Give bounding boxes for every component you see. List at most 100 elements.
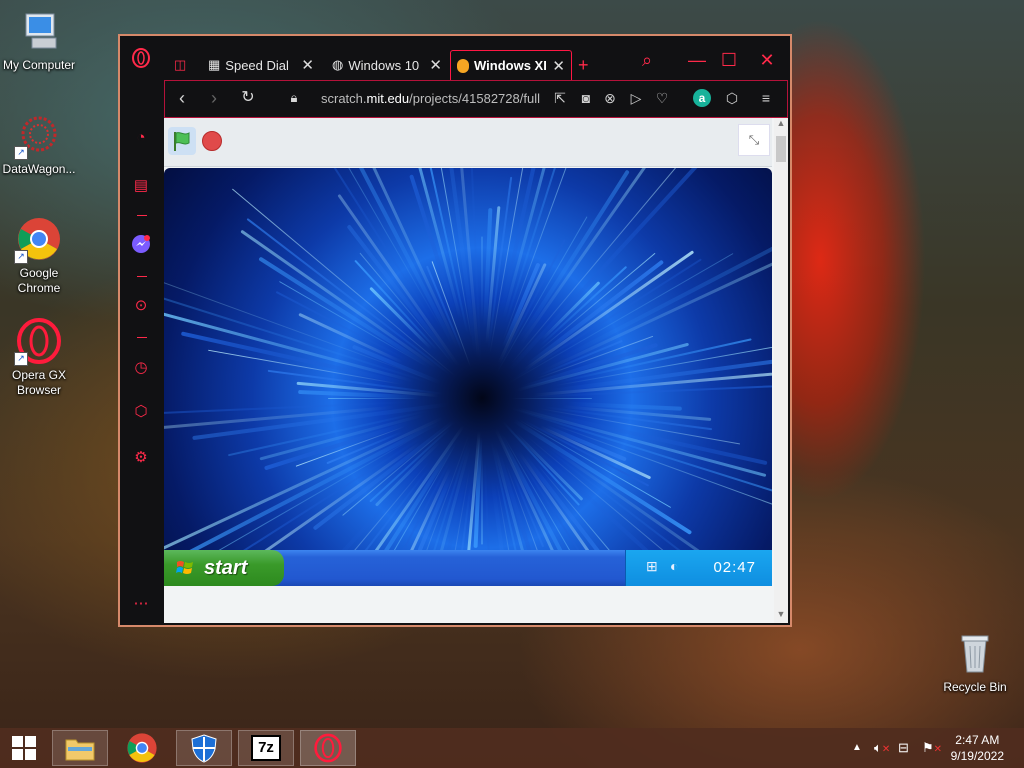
shield-icon	[191, 734, 217, 763]
minimize-button[interactable]: —	[684, 48, 710, 72]
light-ray	[481, 452, 483, 545]
player-icon[interactable]: ⊙	[131, 296, 151, 316]
twitch-icon[interactable]: ▤	[131, 176, 151, 196]
show-hidden-icons-arrow[interactable]: ▲	[852, 742, 862, 753]
taskbar-chrome[interactable]	[114, 730, 170, 766]
sidebar: ◔ ▤ ⊙ ◷ ⬡ ⚙ ⋯	[120, 36, 164, 625]
url-domain: mit.edu	[366, 91, 410, 106]
maximize-button[interactable]: ☐	[716, 48, 742, 72]
network-icon[interactable]: ⊟	[898, 740, 909, 756]
scratch-favicon-icon	[457, 58, 469, 73]
tab-label: Windows XP	[474, 58, 546, 73]
action-center-flag-icon[interactable]: ⚑✕	[922, 740, 942, 756]
tab-gx-corner[interactable]: ◫	[174, 52, 194, 78]
sidebar-divider	[137, 276, 147, 277]
scratch-toolbar: ⤡	[164, 118, 772, 167]
tab-windows-10[interactable]: ◍ Windows 10 ✕	[332, 52, 448, 78]
vertical-scrollbar[interactable]: ▲ ▼	[774, 118, 788, 623]
send-icon[interactable]: ▷	[627, 89, 645, 107]
share-icon[interactable]: ⇱	[551, 89, 569, 107]
gamepad-icon: ◫	[174, 57, 187, 72]
url-field[interactable]: scratch.mit.edu/projects/41582728/full	[321, 91, 541, 106]
ad-block-icon[interactable]: ⊗	[601, 89, 619, 107]
back-button[interactable]: ‹	[171, 87, 193, 109]
computer-icon	[16, 8, 62, 54]
taskbar-7zip[interactable]: 7z	[238, 730, 294, 766]
collapse-icon: ⤡	[748, 132, 760, 147]
chrome-icon	[127, 733, 157, 763]
folder-icon	[65, 739, 95, 761]
shortcut-arrow-icon: ↗	[14, 250, 28, 264]
forward-button[interactable]: ›	[203, 87, 225, 109]
windows-xp-logo-icon	[176, 561, 193, 574]
green-flag-button[interactable]	[168, 127, 196, 155]
search-icon[interactable]: ⌕	[634, 48, 660, 72]
green-flag-icon	[174, 132, 190, 151]
desktop-icon-label: DataWagon...	[2, 162, 76, 176]
clock-time: 2:47 AM	[955, 733, 1000, 747]
volume-icon[interactable]: ◐	[670, 558, 678, 574]
xp-clock: 02:47	[713, 559, 756, 576]
tab-windows-xp[interactable]: Windows XP ✕	[450, 50, 572, 80]
desktop-icon-my-computer[interactable]: My Computer	[1, 8, 77, 73]
desktop-icon-opera-gx[interactable]: ↗ Opera GX Browser	[1, 318, 77, 398]
exit-fullscreen-button[interactable]: ⤡	[738, 124, 770, 156]
light-ray	[481, 236, 483, 321]
light-ray	[258, 256, 432, 369]
close-tab-icon[interactable]: ✕	[552, 57, 565, 75]
xp-start-button[interactable]: start	[164, 550, 284, 586]
scroll-thumb[interactable]	[776, 136, 786, 162]
tab-label: Windows 10	[348, 57, 420, 73]
reload-button[interactable]: ↻	[237, 87, 259, 109]
recycle-bin-icon	[952, 630, 998, 676]
project-stage[interactable]: start ⊞ ◐ 02:47	[164, 168, 772, 586]
clock-date: 9/19/2022	[950, 749, 1004, 763]
cube-icon[interactable]: ⬡	[723, 89, 741, 107]
snapshot-camera-icon[interactable]: ◙	[577, 89, 595, 107]
desktop-icon-google-chrome[interactable]: ↗ Google Chrome	[1, 216, 77, 296]
volume-muted-icon[interactable]: 🔈︎✕	[874, 740, 890, 756]
stop-button[interactable]	[202, 131, 222, 151]
desktop-icon-label: My Computer	[2, 58, 76, 72]
settings-gear-icon[interactable]: ⚙	[131, 448, 151, 468]
shortcut-arrow-icon: ↗	[14, 146, 28, 160]
sidebar-divider	[137, 215, 147, 216]
desktop-icon-recycle-bin[interactable]: Recycle Bin	[937, 630, 1013, 695]
taskbar-file-explorer[interactable]	[52, 730, 108, 766]
taskbar-defender[interactable]	[176, 730, 232, 766]
extension-a-icon[interactable]: a	[693, 89, 711, 107]
shortcut-arrow-icon: ↗	[14, 352, 28, 366]
scroll-down-arrow[interactable]: ▼	[774, 609, 788, 623]
light-ray	[512, 398, 592, 399]
desktop-icon-label: Google Chrome	[17, 266, 61, 295]
speedometer-icon[interactable]: ◔	[131, 128, 151, 148]
taskbar-opera-gx[interactable]	[300, 730, 356, 766]
close-tab-icon[interactable]: ✕	[301, 56, 314, 74]
history-icon[interactable]: ◷	[131, 358, 151, 378]
network-icon[interactable]: ⊞	[646, 558, 658, 575]
heart-icon[interactable]: ♡	[653, 89, 671, 107]
url-prefix: scratch.	[321, 91, 367, 106]
address-bar: ‹ › ↻ 🔒︎ scratch.mit.edu/projects/415827…	[164, 80, 788, 118]
opera-logo-icon[interactable]	[131, 48, 151, 68]
messenger-icon[interactable]	[131, 234, 151, 254]
tab-bar: ◫ ▦ Speed Dial ✕ ◍ Windows 10 ✕ Windows …	[164, 36, 790, 80]
windows-start-button[interactable]	[0, 730, 48, 766]
new-tab-button[interactable]: +	[578, 52, 598, 78]
7zip-icon: 7z	[251, 735, 281, 761]
system-clock[interactable]: 2:47 AM 9/19/2022	[951, 732, 1004, 764]
system-taskbar: 7z ▲ 🔈︎✕ ⊟ ⚑✕ 2:47 AM 9/19/2022	[0, 728, 1024, 768]
scroll-up-arrow[interactable]: ▲	[774, 118, 788, 132]
close-tab-icon[interactable]: ✕	[429, 56, 442, 74]
easy-setup-icon[interactable]: ≡	[757, 89, 775, 107]
tab-label: Speed Dial	[225, 57, 289, 73]
close-window-button[interactable]: ✕	[754, 48, 780, 72]
desktop-icon-label: Opera GX Browser	[11, 368, 67, 397]
desktop-icon-datawagon[interactable]: ↗ DataWagon...	[1, 112, 77, 177]
windows-logo-icon	[12, 736, 36, 760]
speed-dial-grid-icon: ▦	[208, 57, 221, 72]
tab-speed-dial[interactable]: ▦ Speed Dial ✕	[208, 52, 320, 78]
extensions-cube-icon[interactable]: ⬡	[131, 402, 151, 422]
more-dots-icon[interactable]: ⋯	[131, 594, 151, 614]
page-content: ⤡ start ⊞ ◐ 02:47 ▲ ▼	[164, 118, 788, 623]
